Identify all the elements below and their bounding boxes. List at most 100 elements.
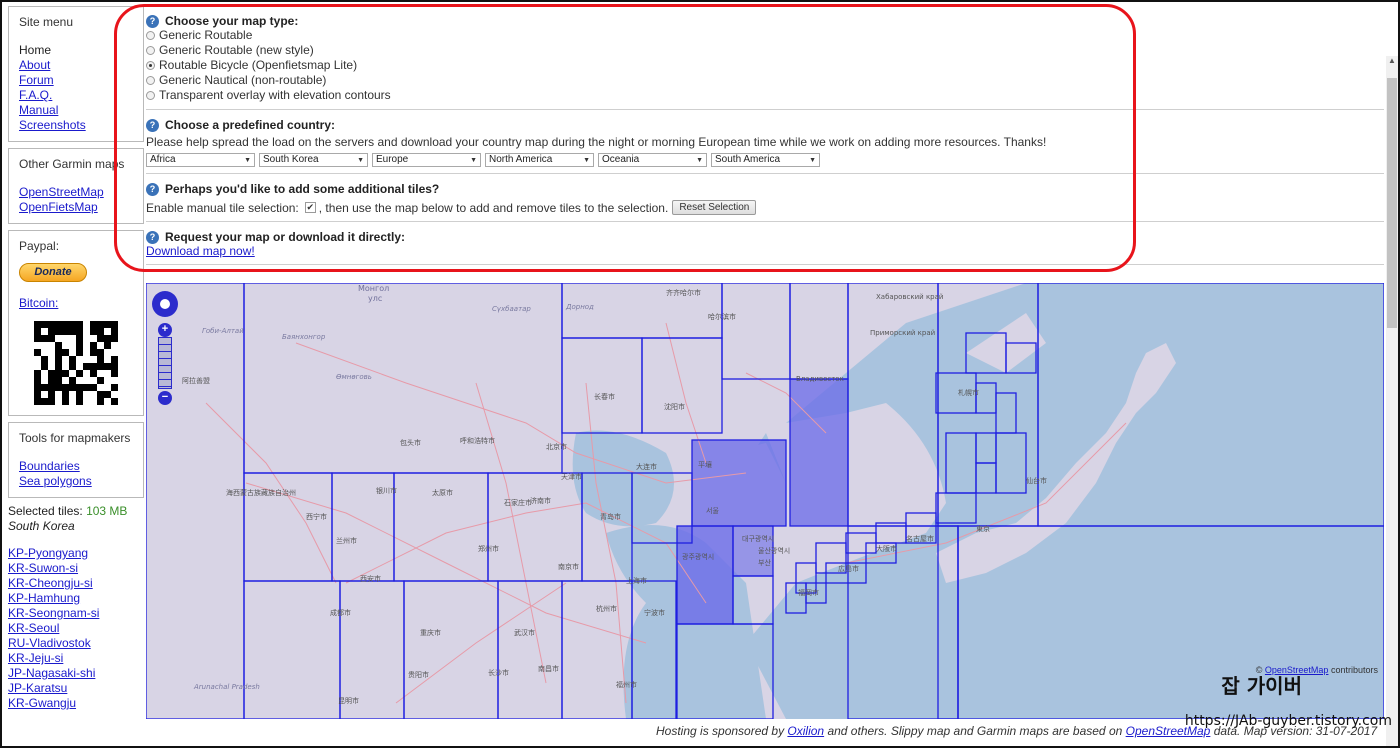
region-select-africa[interactable]: Africa <box>146 153 255 167</box>
region-select-oceania[interactable]: Oceania <box>598 153 707 167</box>
menu-forum-link[interactable]: Forum <box>19 73 133 88</box>
radio-button[interactable] <box>146 76 155 85</box>
qr-module <box>90 328 97 335</box>
zoom-out-button[interactable]: − <box>158 391 172 405</box>
map-canvas[interactable]: Монгол улс 齐齐哈尔市 哈尔滨市 长春市 沈阳市 北京市 天津市 大连… <box>146 283 1384 719</box>
qr-module <box>69 391 76 398</box>
qr-module <box>41 356 48 363</box>
sea-polygons-link[interactable]: Sea polygons <box>19 474 133 489</box>
option-label: Generic Routable (new style) <box>159 43 314 57</box>
openfietsmap-link[interactable]: OpenFietsMap <box>19 200 133 215</box>
region-select-south-america[interactable]: South America <box>711 153 820 167</box>
map-type-option[interactable]: Routable Bicycle (Openfietsmap Lite) <box>146 58 1384 73</box>
tile-link[interactable]: KR-Suwon-si <box>8 561 144 576</box>
tile-link[interactable]: KP-Hamhung <box>8 591 144 606</box>
help-icon[interactable]: ? <box>146 182 159 196</box>
qr-module <box>48 370 55 377</box>
page-scrollbar[interactable]: ▲ <box>1386 56 1398 748</box>
map-type-section: ? Choose your map type: Generic Routable… <box>146 4 1384 110</box>
radio-button-selected[interactable] <box>146 61 155 70</box>
map-label: 宁波市 <box>644 608 665 617</box>
zoom-in-button[interactable]: + <box>158 323 172 337</box>
boundaries-link[interactable]: Boundaries <box>19 459 133 474</box>
qr-module <box>111 342 118 349</box>
qr-module <box>34 384 41 391</box>
qr-module <box>76 321 83 328</box>
qr-module <box>62 391 69 398</box>
qr-module <box>90 342 97 349</box>
map-type-option[interactable]: Generic Nautical (non-routable) <box>146 73 1384 88</box>
radio-button[interactable] <box>146 46 155 55</box>
menu-screenshots-link[interactable]: Screenshots <box>19 118 133 133</box>
oxilion-link[interactable]: Oxilion <box>787 724 824 738</box>
zoom-slider[interactable] <box>158 337 172 389</box>
qr-module <box>69 398 76 405</box>
qr-module <box>97 391 104 398</box>
region-select-europe[interactable]: Europe <box>372 153 481 167</box>
help-icon[interactable]: ? <box>146 230 159 244</box>
map-type-option[interactable]: Transparent overlay with elevation conto… <box>146 88 1384 103</box>
scrollbar-thumb[interactable] <box>1387 78 1397 328</box>
tile-link[interactable]: KR-Gwangju <box>8 696 144 711</box>
option-label: Generic Routable <box>159 28 253 42</box>
tile-link[interactable]: KP-Pyongyang <box>8 546 144 561</box>
reset-selection-button[interactable]: Reset Selection <box>672 200 757 215</box>
qr-module <box>34 335 41 342</box>
qr-module <box>48 349 55 356</box>
map-label: 太原市 <box>432 488 453 497</box>
tile-link[interactable]: KR-Jeju-si <box>8 651 144 666</box>
menu-manual-link[interactable]: Manual <box>19 103 133 118</box>
map-label: Arunachal Pradesh <box>193 683 260 691</box>
scroll-up-icon[interactable]: ▲ <box>1386 56 1398 70</box>
tile-link[interactable]: KR-Seoul <box>8 621 144 636</box>
qr-module <box>55 356 62 363</box>
map-label: 広島市 <box>838 564 859 573</box>
qr-module <box>41 384 48 391</box>
qr-module <box>62 356 69 363</box>
tile-link[interactable]: JP-Karatsu <box>8 681 144 696</box>
qr-module <box>76 349 83 356</box>
help-icon[interactable]: ? <box>146 118 159 132</box>
openstreetmap-link[interactable]: OpenStreetMap <box>19 185 133 200</box>
map-label: Баянхонгор <box>282 333 326 341</box>
pan-control-icon[interactable] <box>152 291 178 317</box>
radio-button[interactable] <box>146 31 155 40</box>
manual-selection-checkbox[interactable]: ✔ <box>304 202 316 213</box>
tile-link[interactable]: JP-Nagasaki-shi <box>8 666 144 681</box>
tile-link[interactable]: KR-Seongnam-si <box>8 606 144 621</box>
paypal-title: Paypal: <box>19 239 60 253</box>
menu-about-link[interactable]: About <box>19 58 133 73</box>
radio-button[interactable] <box>146 91 155 100</box>
map-label: улс <box>368 294 382 303</box>
footer-text: and others. Slippy map and Garmin maps a… <box>827 724 1123 738</box>
bitcoin-link[interactable]: Bitcoin: <box>19 296 133 311</box>
menu-faq-link[interactable]: F.A.Q. <box>19 88 133 103</box>
donate-button[interactable]: Donate <box>19 263 87 282</box>
qr-module <box>83 328 90 335</box>
qr-module <box>69 321 76 328</box>
map-label: 天津市 <box>561 472 582 481</box>
request-header: ? Request your map or download it direct… <box>146 230 1384 244</box>
qr-module <box>48 377 55 384</box>
menu-home[interactable]: Home <box>19 43 133 58</box>
map-label: 长春市 <box>594 392 615 401</box>
map-type-option[interactable]: Generic Routable <box>146 28 1384 43</box>
tile-link[interactable]: KR-Cheongju-si <box>8 576 144 591</box>
qr-module <box>69 328 76 335</box>
region-select-north-america[interactable]: North America <box>485 153 594 167</box>
region-select-asia[interactable]: South Korea <box>259 153 368 167</box>
qr-module <box>69 370 76 377</box>
qr-module <box>48 321 55 328</box>
qr-module <box>62 363 69 370</box>
download-map-link[interactable]: Download map now! <box>146 244 1384 258</box>
qr-module <box>62 328 69 335</box>
option-label: Generic Nautical (non-routable) <box>159 73 327 87</box>
qr-module <box>62 384 69 391</box>
qr-module <box>90 391 97 398</box>
tile-link[interactable]: RU-Vladivostok <box>8 636 144 651</box>
map-label: Владивосток <box>796 375 844 383</box>
help-icon[interactable]: ? <box>146 14 159 28</box>
qr-module <box>69 356 76 363</box>
map-type-option[interactable]: Generic Routable (new style) <box>146 43 1384 58</box>
tile-map[interactable]: Монгол улс 齐齐哈尔市 哈尔滨市 长春市 沈阳市 北京市 天津市 大连… <box>146 283 1384 719</box>
